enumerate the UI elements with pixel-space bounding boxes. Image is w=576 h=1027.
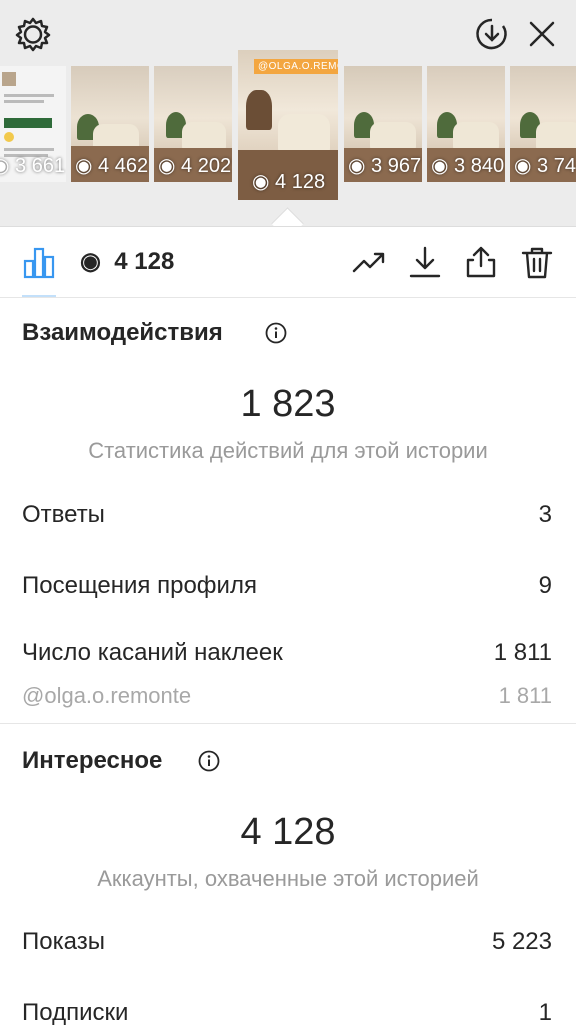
replies-value: 3	[538, 501, 552, 528]
story-thumbnail[interactable]: ◉ 3 661	[0, 66, 66, 182]
section-divider	[0, 723, 576, 724]
follows-value: 1	[538, 999, 552, 1026]
discovery-subtitle: Аккаунты, охваченные этой историей	[97, 866, 479, 891]
interactions-total: 1 823	[240, 383, 336, 425]
replies-label: Ответы	[22, 501, 105, 528]
close-icon[interactable]	[522, 14, 562, 54]
sticker-mention-value: 1 811	[498, 683, 552, 708]
impressions-label: Показы	[22, 928, 105, 955]
view-count: ◉ 3 967	[348, 155, 422, 177]
view-count: ◉ 3 661	[0, 155, 66, 177]
interactions-title: Взаимодействия	[22, 319, 223, 346]
view-count: ◉ 3 840	[431, 155, 505, 177]
download-icon[interactable]	[408, 245, 442, 279]
interactions-subtitle: Статистика действий для этой истории	[88, 438, 488, 463]
insights-toolbar: ◉ 4 128	[0, 227, 576, 298]
bar-chart-icon[interactable]	[22, 245, 56, 279]
sticker-taps-label: Число касаний наклеек	[22, 639, 283, 666]
follows-label: Подписки	[22, 999, 129, 1026]
reach-count: ◉ 4 128	[80, 248, 175, 275]
profile-visits-value: 9	[538, 572, 552, 599]
trending-icon[interactable]	[352, 245, 386, 279]
active-tab-indicator	[22, 295, 56, 297]
story-thumbnail[interactable]: ◉ 3 840	[427, 66, 505, 182]
view-count: ◉ 4 462	[75, 155, 149, 177]
story-thumbnail[interactable]: ◉ 4 462	[71, 66, 149, 182]
mention-sticker: @OLGA.O.REMONTE	[254, 59, 338, 74]
insights-panel: ◉ 4 128 Взаимодействия 1 823 Статистика …	[0, 226, 576, 1026]
share-icon[interactable]	[464, 245, 498, 279]
story-thumbnail[interactable]: ◉ 3 74	[510, 66, 576, 182]
story-preview-header: ◉ 3 661 ◉ 4 462 ◉ 4 202 ◉ 3 967 ◉ 3 840 …	[0, 0, 576, 226]
story-thumbnail[interactable]: ◉ 3 967	[344, 66, 422, 182]
sticker-taps-value: 1 811	[493, 639, 552, 666]
view-count: ◉ 3 74	[514, 155, 576, 177]
impressions-value: 5 223	[491, 928, 552, 955]
info-icon[interactable]	[265, 322, 287, 344]
save-story-icon[interactable]	[472, 14, 512, 54]
sticker-mention-label: @olga.o.remonte	[22, 683, 192, 708]
settings-gear-icon[interactable]	[13, 14, 53, 54]
view-count: ◉ 4 202	[158, 155, 232, 177]
discovery-title: Интересное	[22, 747, 163, 774]
selected-story-thumbnail[interactable]: @OLGA.O.REMONTE ◉ 4 128	[238, 50, 338, 200]
story-thumbnail[interactable]: ◉ 4 202	[154, 66, 232, 182]
profile-visits-label: Посещения профиля	[22, 572, 257, 599]
discovery-total: 4 128	[240, 811, 336, 853]
info-icon[interactable]	[198, 750, 220, 772]
view-count: ◉ 4 128	[252, 171, 326, 193]
delete-icon[interactable]	[520, 245, 554, 279]
